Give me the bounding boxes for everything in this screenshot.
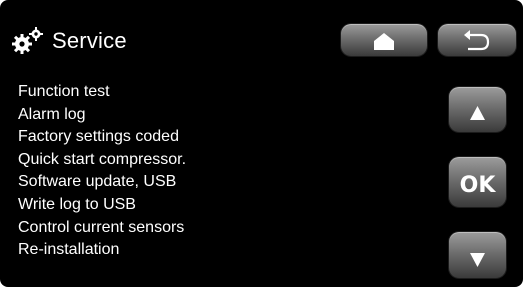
triangle-down-icon xyxy=(470,253,485,267)
menu-item-alarm-log[interactable]: Alarm log xyxy=(18,104,186,127)
menu-item-software-update[interactable]: Software update, USB xyxy=(18,171,186,194)
gears-icon xyxy=(12,27,43,54)
scroll-down-button[interactable] xyxy=(449,232,506,278)
home-button[interactable] xyxy=(341,24,427,56)
ok-label: OK xyxy=(459,172,496,198)
home-icon xyxy=(374,33,394,50)
ok-button[interactable]: OK xyxy=(449,157,506,207)
service-menu: Function test Alarm log Factory settings… xyxy=(18,81,186,262)
menu-item-factory-settings[interactable]: Factory settings coded xyxy=(18,126,186,149)
triangle-up-icon xyxy=(470,106,485,120)
menu-item-current-sensors[interactable]: Control current sensors xyxy=(18,217,186,240)
back-button[interactable] xyxy=(438,24,516,56)
back-arrow-icon xyxy=(464,30,490,51)
menu-item-write-log[interactable]: Write log to USB xyxy=(18,194,186,217)
page-title: Service xyxy=(52,28,127,53)
scroll-up-button[interactable] xyxy=(449,87,506,132)
menu-item-reinstallation[interactable]: Re-installation xyxy=(18,239,186,262)
menu-item-function-test[interactable]: Function test xyxy=(18,81,186,104)
menu-item-quick-start[interactable]: Quick start compressor. xyxy=(18,149,186,172)
service-screen: Service Function test Alarm log Factory … xyxy=(0,0,523,287)
